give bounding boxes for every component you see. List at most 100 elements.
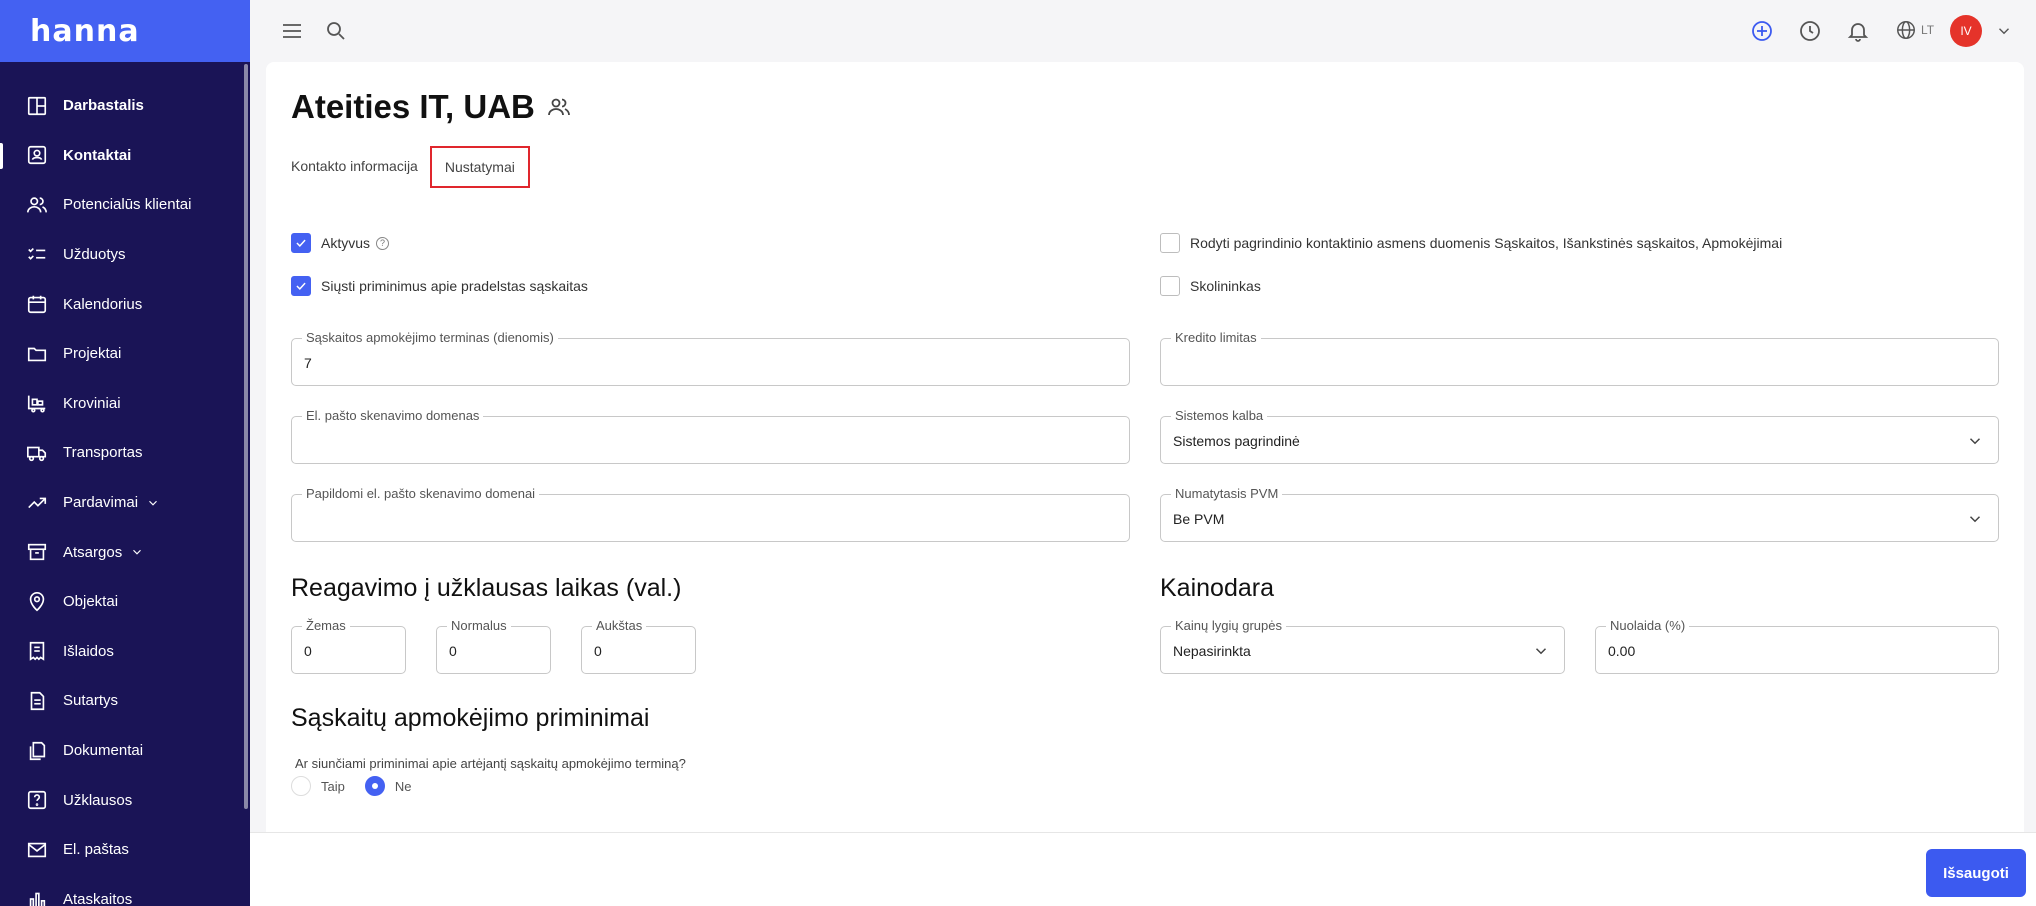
hamburger-menu-icon[interactable] [280, 19, 304, 43]
extra-email-domains-field[interactable]: Papildomi el. pašto skenavimo domenai [291, 486, 1130, 542]
credit-limit-field[interactable]: Kredito limitas [1160, 330, 1999, 386]
sidebar-item-transportas[interactable]: Transportas [0, 428, 246, 478]
sidebar-item-label: Sutartys [63, 692, 119, 710]
active-checkbox[interactable]: Aktyvus ? [291, 233, 390, 253]
show-primary-contact-checkbox[interactable]: Rodyti pagrindinio kontaktinio asmens du… [1160, 233, 1782, 253]
payment-term-field[interactable]: Sąskaitos apmokėjimo terminas (dienomis)… [291, 330, 1130, 386]
sidebar-item-atsargos[interactable]: Atsargos [0, 527, 246, 577]
check-icon [296, 282, 306, 290]
price-group-label: Kainų lygių grupės [1171, 618, 1286, 633]
search-icon[interactable] [324, 19, 348, 43]
check-icon [296, 239, 306, 247]
debtor-label: Skolininkas [1190, 278, 1261, 294]
users-icon[interactable] [547, 95, 571, 119]
radio-no[interactable] [364, 776, 385, 796]
chevron-down-icon [1969, 516, 1981, 523]
tabs: Kontakto informacija Nustatymai [291, 146, 530, 188]
documents-icon [29, 741, 46, 760]
sidebar-item-label: Kalendorius [63, 295, 143, 313]
sidebar-item-kroviniai[interactable]: Kroviniai [0, 379, 246, 429]
checkbox-checked[interactable] [291, 276, 311, 296]
credit-limit-label: Kredito limitas [1171, 330, 1261, 345]
sidebar-item-label: El. paštas [63, 841, 129, 859]
chevron-down-icon[interactable] [1995, 22, 2013, 40]
debtor-checkbox[interactable]: Skolininkas [1160, 276, 1261, 296]
logo[interactable]: hanna [0, 0, 250, 62]
sidebar-item-projektai[interactable]: Projektai [0, 329, 246, 379]
dashboard-icon [27, 96, 47, 115]
help-icon[interactable]: ? [376, 236, 390, 250]
sidebar-item-potencialus-klientai[interactable]: Potencialūs klientai [0, 180, 246, 230]
bar-chart-icon [29, 892, 46, 906]
response-time-title: Reagavimo į užklausas laikas (val.) [291, 574, 682, 602]
main-card: Ateities IT, UAB Kontakto informacija Nu… [266, 62, 2024, 832]
response-normal-field[interactable]: Normalus 0 [436, 618, 551, 674]
sidebar: hanna Darbastalis Kontaktai Potencialūs … [0, 0, 250, 906]
users-icon [27, 197, 47, 213]
sidebar-item-darbastalis[interactable]: Darbastalis [0, 81, 246, 131]
clock-icon[interactable] [1798, 19, 1822, 43]
payment-reminders-question: Ar siunčiami priminimai apie artėjantį s… [295, 756, 686, 771]
payment-reminders-radio-group: Taip Ne [291, 776, 411, 796]
radio-no-label: Ne [394, 778, 412, 794]
tab-settings[interactable]: Nustatymai [429, 146, 530, 188]
sidebar-item-ataskaitos[interactable]: Ataskaitos [0, 875, 246, 906]
sidebar-item-label: Atsargos [63, 543, 123, 561]
receipt-icon [29, 642, 45, 662]
folder-icon [27, 347, 47, 362]
system-language-select[interactable]: Sistemos kalba Sistemos pagrindinė [1160, 408, 1999, 464]
sidebar-item-islaidos[interactable]: Išlaidos [0, 627, 246, 677]
sidebar-item-kalendorius[interactable]: Kalendorius [0, 279, 246, 329]
default-vat-select[interactable]: Numatytasis PVM Be PVM [1160, 486, 1999, 542]
sidebar-item-pardavimai[interactable]: Pardavimai [0, 478, 246, 528]
page-title: Ateities IT, UAB [291, 88, 571, 126]
discount-field[interactable]: Nuolaida (%) 0.00 [1595, 618, 1999, 674]
sidebar-item-label: Užklausos [63, 791, 133, 809]
checkbox-unchecked[interactable] [1160, 233, 1180, 253]
bell-icon[interactable] [1846, 19, 1870, 43]
truck-icon [27, 446, 47, 462]
logo-text: hanna [30, 13, 140, 49]
sidebar-item-label: Transportas [63, 444, 143, 462]
location-icon [29, 591, 45, 612]
globe-icon [1897, 21, 1915, 39]
send-reminders-label: Siųsti priminimus apie pradelstas sąskai… [321, 278, 588, 294]
calendar-icon [27, 295, 47, 314]
sidebar-item-uzklausos[interactable]: Užklausos [0, 775, 246, 825]
discount-label: Nuolaida (%) [1606, 618, 1690, 633]
response-low-field[interactable]: Žemas 0 [291, 618, 406, 674]
radio-yes-label: Taip [321, 778, 345, 794]
checklist-icon [28, 247, 46, 260]
archive-icon [27, 543, 47, 561]
radio-yes[interactable] [291, 776, 311, 796]
chevron-down-icon [1969, 438, 1981, 445]
checkbox-unchecked[interactable] [1160, 276, 1180, 296]
avatar[interactable]: IV [1950, 15, 1982, 47]
sidebar-item-label: Pardavimai [63, 494, 139, 512]
chevron-down-icon [133, 549, 142, 555]
payment-term-value: 7 [304, 355, 312, 371]
sidebar-item-label: Ataskaitos [63, 890, 133, 906]
sidebar-item-dokumentai[interactable]: Dokumentai [0, 726, 246, 776]
add-icon[interactable] [1750, 19, 1774, 43]
pricing-title: Kainodara [1160, 574, 1274, 602]
tab-contact-info[interactable]: Kontakto informacija [291, 146, 418, 188]
extra-email-domains-label: Papildomi el. pašto skenavimo domenai [302, 486, 540, 501]
send-reminders-checkbox[interactable]: Siųsti priminimus apie pradelstas sąskai… [291, 276, 588, 296]
sidebar-scrollbar[interactable] [244, 64, 248, 809]
sidebar-item-kontaktai[interactable]: Kontaktai [0, 131, 246, 181]
question-icon [27, 791, 47, 810]
email-domain-field[interactable]: El. pašto skenavimo domenas [291, 408, 1130, 464]
save-button[interactable]: Išsaugoti [1926, 849, 2026, 897]
sidebar-item-el-pastas[interactable]: El. paštas [0, 825, 246, 875]
response-high-value: 0 [594, 643, 602, 659]
checkbox-checked[interactable] [291, 233, 311, 253]
sidebar-item-objektai[interactable]: Objektai [0, 577, 246, 627]
sidebar-nav: Darbastalis Kontaktai Potencialūs klient… [0, 81, 246, 906]
response-low-value: 0 [304, 643, 312, 659]
sidebar-item-sutartys[interactable]: Sutartys [0, 676, 246, 726]
price-group-select[interactable]: Kainų lygių grupės Nepasirinkta [1160, 618, 1565, 674]
language-selector[interactable]: LT [1895, 19, 1934, 41]
response-high-field[interactable]: Aukštas 0 [581, 618, 696, 674]
sidebar-item-uzduotys[interactable]: Užduotys [0, 230, 246, 280]
